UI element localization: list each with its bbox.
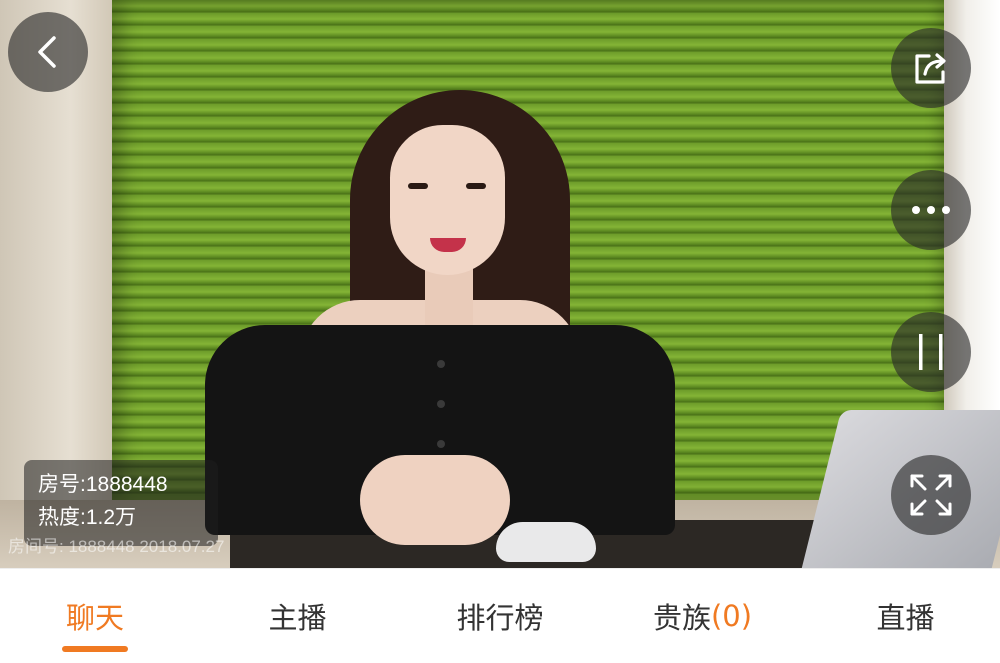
tab-nobility-count: (0) xyxy=(710,599,753,633)
share-icon xyxy=(909,46,953,90)
fullscreen-icon xyxy=(908,472,954,518)
tab-host[interactable]: 主播 xyxy=(230,569,365,663)
fullscreen-button[interactable] xyxy=(891,455,971,535)
pause-icon xyxy=(913,330,949,374)
tab-nobility-label: 贵族 xyxy=(652,601,711,635)
shirt-button xyxy=(437,400,445,408)
video-player[interactable]: 房号:1888448 热度:1.2万 房间号: 1888448 2018.07.… xyxy=(0,0,1000,568)
more-dots-icon xyxy=(909,204,953,216)
streamer-eye xyxy=(466,183,486,189)
tab-ranking[interactable]: 排行榜 xyxy=(425,569,575,663)
room-number: 房号:1888448 xyxy=(38,473,168,496)
streamer-hands xyxy=(360,455,510,545)
tab-chat-label: 聊天 xyxy=(65,601,124,635)
shirt-button xyxy=(437,440,445,448)
bottom-tab-bar: 聊天 主播 排行榜 贵族 (0) 直播 xyxy=(0,568,1000,662)
tab-live[interactable]: 直播 xyxy=(838,569,973,663)
tab-live-label: 直播 xyxy=(876,601,935,635)
share-button[interactable] xyxy=(891,28,971,108)
pause-button[interactable] xyxy=(891,312,971,392)
computer-mouse xyxy=(496,522,596,562)
chevron-left-icon xyxy=(28,32,68,72)
active-tab-indicator xyxy=(62,646,128,652)
streamer-face xyxy=(390,125,505,275)
back-button[interactable] xyxy=(8,12,88,92)
heat-count: 热度:1.2万 xyxy=(38,506,137,529)
tab-host-label: 主播 xyxy=(268,601,327,635)
streamer-eye xyxy=(408,183,428,189)
video-watermark: 房间号: 1888448 2018.07.27 xyxy=(8,537,225,556)
tab-ranking-label: 排行榜 xyxy=(456,601,544,635)
more-button[interactable] xyxy=(891,170,971,250)
shirt-button xyxy=(437,360,445,368)
tab-nobility[interactable]: 贵族 (0) xyxy=(630,569,775,663)
